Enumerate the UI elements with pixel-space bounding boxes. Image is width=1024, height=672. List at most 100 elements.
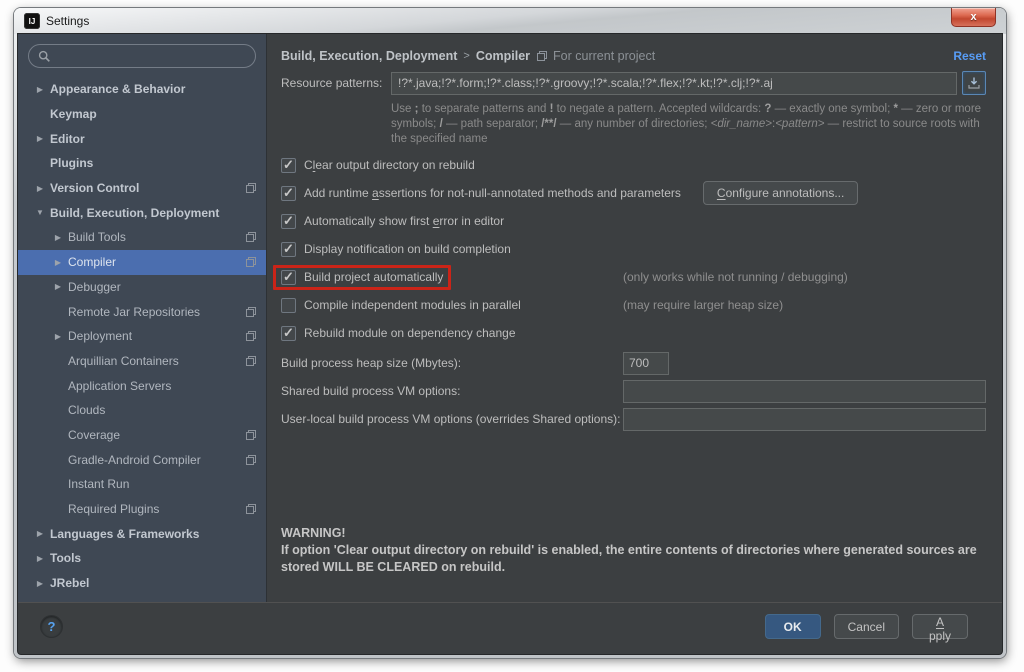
sidebar-item-remote-jar-repositories[interactable]: Remote Jar Repositories xyxy=(18,299,266,324)
checkbox-group: Build project automatically xyxy=(273,264,452,290)
show-first-error-checkbox[interactable] xyxy=(281,213,296,229)
sidebar-item-required-plugins[interactable]: Required Plugins xyxy=(18,497,266,522)
build-project-automatically-checkbox[interactable] xyxy=(281,269,296,285)
sidebar-item-appearance-behavior[interactable]: ▶ Appearance & Behavior xyxy=(18,77,266,102)
tree-toggle-icon[interactable]: ▼ xyxy=(34,208,46,217)
sidebar-item-coverage[interactable]: Coverage xyxy=(18,423,266,448)
help-text-segment: — any number of directories; xyxy=(556,118,711,130)
sidebar-item-build-execution-deployment[interactable]: ▼ Build, Execution, Deployment xyxy=(18,200,266,225)
tree-item-label: Build, Execution, Deployment xyxy=(50,205,220,220)
configure-annotations-button[interactable]: Configure annotations... xyxy=(702,181,859,205)
breadcrumb: Build, Execution, Deployment > Compiler … xyxy=(281,44,986,68)
sidebar-item-keymap[interactable]: Keymap xyxy=(18,102,266,127)
sidebar-item-build-tools[interactable]: ▶ Build Tools xyxy=(18,225,266,250)
project-scope-icon xyxy=(244,330,257,343)
sidebar-item-tools[interactable]: ▶ Tools xyxy=(18,546,266,571)
search-input[interactable] xyxy=(57,48,246,64)
compile-independent-modules-parallel-checkbox[interactable] xyxy=(281,297,296,313)
sidebar-item-debugger[interactable]: ▶ Debugger xyxy=(18,275,266,300)
project-scope-icon xyxy=(244,428,257,441)
clear-output-directory-checkbox[interactable] xyxy=(281,157,296,173)
project-scope-icon xyxy=(244,231,257,244)
shared-vm-options-input[interactable] xyxy=(623,379,986,403)
settings-dialog: IJ Settings x ▶ Appearance & Behavior Ke… xyxy=(14,8,1006,658)
sidebar-item-deployment[interactable]: ▶ Deployment xyxy=(18,324,266,349)
tree-toggle-icon[interactable]: ▶ xyxy=(52,332,64,341)
field-row: Build process heap size (Mbytes): xyxy=(281,349,986,377)
sidebar-item-editor[interactable]: ▶ Editor xyxy=(18,126,266,151)
sidebar-item-gradle-android-compiler[interactable]: Gradle-Android Compiler xyxy=(18,447,266,472)
dialog-footer: ? OK Cancel Apply xyxy=(18,602,1002,654)
mnemonic-underline: A xyxy=(935,615,944,629)
tree-item-label: Arquillian Containers xyxy=(68,353,179,368)
project-scope-icon xyxy=(244,453,257,466)
rebuild-module-on-dependency-change-checkbox[interactable] xyxy=(281,325,296,341)
tree-toggle-icon[interactable]: ▶ xyxy=(52,282,64,291)
tree-toggle-icon[interactable]: ▶ xyxy=(34,529,46,538)
resource-patterns-input[interactable] xyxy=(391,71,957,95)
resource-patterns-label: Resource patterns: xyxy=(281,76,383,90)
tree-item-label: JRebel xyxy=(50,576,90,591)
tree-toggle-icon[interactable]: ▶ xyxy=(34,579,46,588)
sidebar-item-plugins[interactable]: Plugins xyxy=(18,151,266,176)
option-row: Automatically show first error in editor xyxy=(281,207,986,235)
add-runtime-assertions-checkbox[interactable] xyxy=(281,185,296,201)
settings-tree: ▶ Appearance & Behavior Keymap ▶ Editor xyxy=(18,74,266,602)
ok-button[interactable]: OK xyxy=(764,614,821,639)
sidebar-item-arquillian-containers[interactable]: Arquillian Containers xyxy=(18,349,266,374)
tree-item-label: Deployment xyxy=(68,329,133,344)
tree-toggle-icon[interactable]: ▶ xyxy=(34,85,46,94)
warning-block: WARNING! If option 'Clear output directo… xyxy=(281,525,986,576)
field-list: Build process heap size (Mbytes): Shared… xyxy=(281,349,986,433)
mnemonic-underline: a xyxy=(372,186,379,200)
tree-item-label: Clouds xyxy=(68,403,106,418)
heap-size-input[interactable] xyxy=(623,351,669,375)
search-box[interactable] xyxy=(28,44,256,68)
scope-indicator: For current project xyxy=(536,49,655,63)
breadcrumb-separator-icon: > xyxy=(463,50,470,62)
tree-item-label: Version Control xyxy=(50,181,140,196)
sidebar-item-jrebel[interactable]: ▶ JRebel xyxy=(18,571,266,596)
project-scope-icon xyxy=(244,305,257,318)
cancel-button[interactable]: Cancel xyxy=(833,614,899,639)
sidebar-item-instant-run[interactable]: Instant Run xyxy=(18,472,266,497)
dialog-content: ▶ Appearance & Behavior Keymap ▶ Editor xyxy=(18,34,1002,602)
title-bar[interactable]: IJ Settings x xyxy=(14,8,1006,34)
help-text-segment: <dir_name> xyxy=(710,118,772,130)
checkbox-group: Rebuild module on dependency change xyxy=(273,321,524,346)
sidebar-item-application-servers[interactable]: Application Servers xyxy=(18,373,266,398)
tree-toggle-icon[interactable]: ▶ xyxy=(52,258,64,267)
footer-buttons: OK Cancel Apply xyxy=(764,614,968,643)
field-row: User-local build process VM options (ove… xyxy=(281,405,986,433)
tree-item-label: Appearance & Behavior xyxy=(50,82,186,97)
help-text-segment: — path separator; xyxy=(442,118,542,130)
tree-toggle-icon[interactable]: ▶ xyxy=(34,134,46,143)
sidebar-item-languages-frameworks[interactable]: ▶ Languages & Frameworks xyxy=(18,521,266,546)
project-scope-icon xyxy=(244,503,257,516)
close-icon[interactable]: x xyxy=(951,8,996,27)
tree-item-label: Build Tools xyxy=(68,230,126,245)
help-text-segment: to separate patterns and xyxy=(418,103,550,115)
sidebar-item-version-control[interactable]: ▶ Version Control xyxy=(18,176,266,201)
help-text-segment: /**/ xyxy=(541,118,557,130)
user-local-vm-options-input[interactable] xyxy=(623,407,986,431)
reset-link[interactable]: Reset xyxy=(953,49,986,63)
options-list: Clear output directory on rebuild Add ru… xyxy=(273,151,986,347)
option-row: Rebuild module on dependency change xyxy=(281,319,986,347)
option-row: Add runtime assertions for not-null-anno… xyxy=(281,179,986,207)
checkbox-label: Build project automatically xyxy=(304,270,444,284)
help-button[interactable]: ? xyxy=(40,615,63,638)
checkbox-group: Display notification on build completion xyxy=(273,237,519,262)
warning-title: WARNING! xyxy=(281,526,346,540)
sidebar-item-compiler[interactable]: ▶ Compiler xyxy=(18,249,266,275)
option-row: Build project automatically (only works … xyxy=(273,263,986,291)
expand-field-icon[interactable] xyxy=(962,71,986,95)
tree-toggle-icon[interactable]: ▶ xyxy=(52,233,64,242)
sidebar-item-clouds[interactable]: Clouds xyxy=(18,398,266,423)
mnemonic-underline: l xyxy=(312,158,316,172)
display-notification-checkbox[interactable] xyxy=(281,241,296,257)
checkbox-label: Add runtime assertions for not-null-anno… xyxy=(304,186,681,200)
tree-toggle-icon[interactable]: ▶ xyxy=(34,184,46,193)
tree-toggle-icon[interactable]: ▶ xyxy=(34,554,46,563)
apply-button[interactable]: Apply xyxy=(912,614,968,643)
